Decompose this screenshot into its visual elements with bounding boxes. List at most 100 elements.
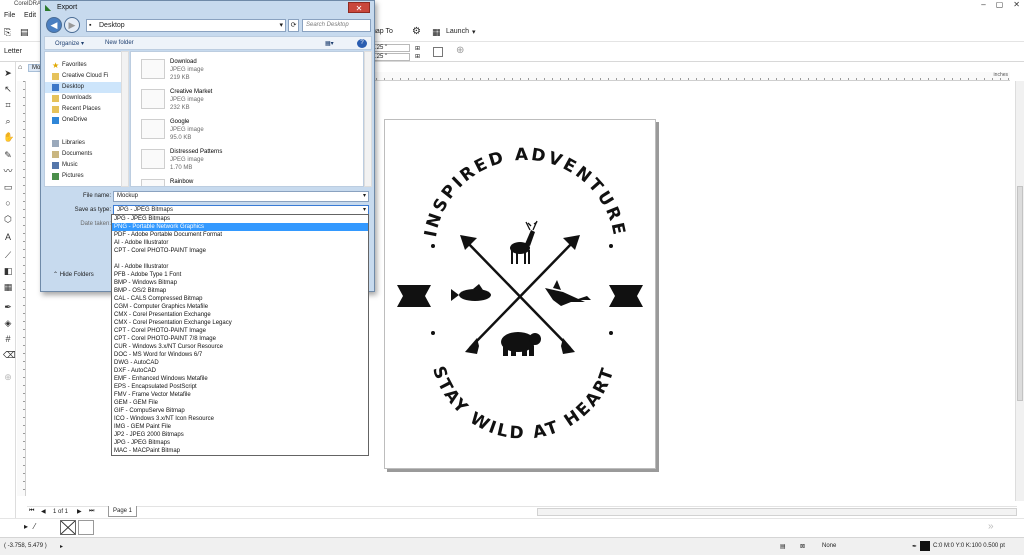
ellipse-tool-icon[interactable]: ○ bbox=[3, 198, 13, 208]
file-item[interactable]: Download JPEG image 219 KB bbox=[131, 56, 351, 86]
first-page-icon[interactable]: ⏮ bbox=[29, 508, 34, 515]
file-list-scrollbar[interactable] bbox=[364, 51, 372, 187]
file-type-option[interactable]: CMX - Corel Presentation Exchange bbox=[112, 311, 368, 319]
last-page-icon[interactable]: ⏭ bbox=[89, 508, 94, 515]
zoom-tool-icon[interactable]: ⌕ bbox=[3, 116, 13, 126]
new-folder-button[interactable]: New folder bbox=[105, 40, 134, 46]
artistic-media-icon[interactable]: 〰 bbox=[3, 166, 13, 176]
file-type-option[interactable]: CPT - Corel PHOTO-PAINT 7/8 Image bbox=[112, 335, 368, 343]
view-options-icon[interactable]: ▦▾ bbox=[325, 40, 334, 47]
vertical-scroll-thumb[interactable] bbox=[1017, 186, 1023, 401]
gear-icon[interactable]: ⚙ bbox=[412, 26, 421, 37]
file-type-option[interactable]: AI - Adobe Illustrator bbox=[112, 263, 368, 271]
file-type-option[interactable]: DXF - AutoCAD bbox=[112, 367, 368, 375]
file-type-option[interactable]: ICO - Windows 3.x/NT Icon Resource bbox=[112, 415, 368, 423]
new-document-icon[interactable]: ⎘ bbox=[4, 27, 11, 38]
artwork-emblem[interactable]: INSPIRED ADVENTURE STAY WILD AT HEART bbox=[385, 120, 657, 470]
horizontal-scrollbar[interactable] bbox=[537, 508, 1017, 516]
polygon-tool-icon[interactable]: ⬡ bbox=[3, 214, 13, 224]
file-type-option[interactable]: JPG - JPEG Bitmaps bbox=[112, 215, 368, 223]
nav-item[interactable]: Pictures bbox=[45, 171, 123, 182]
file-type-option[interactable]: AI - Adobe Illustrator bbox=[112, 239, 368, 247]
status-arrow-icon[interactable]: ▸ bbox=[60, 543, 63, 550]
file-type-dropdown-list[interactable]: JPG - JPEG Bitmaps PNG - Portable Network… bbox=[111, 214, 369, 456]
next-page-icon[interactable]: ▶ bbox=[77, 508, 82, 515]
minimize-icon[interactable]: – bbox=[981, 0, 985, 9]
smart-fill-icon[interactable]: # bbox=[3, 334, 13, 344]
page-tab[interactable]: Page 1 bbox=[108, 506, 138, 517]
help-icon[interactable]: ? bbox=[357, 39, 367, 48]
file-type-option[interactable]: CPT - Corel PHOTO-PAINT Image bbox=[112, 247, 368, 255]
file-type-option[interactable]: DWG - AutoCAD bbox=[112, 359, 368, 367]
nav-item[interactable]: Libraries bbox=[45, 138, 123, 149]
organize-menu[interactable]: Organize ▾ bbox=[55, 40, 84, 47]
file-type-option[interactable]: CMX - Corel Presentation Exchange Legacy bbox=[112, 319, 368, 327]
back-button[interactable]: ◀ bbox=[46, 17, 62, 33]
file-item[interactable]: Rainbow bbox=[131, 176, 351, 186]
file-type-option[interactable]: MAC - MACPaint Bitmap bbox=[112, 447, 368, 455]
shape-tool-icon[interactable]: ↖ bbox=[3, 84, 13, 94]
menu-file[interactable]: File bbox=[4, 12, 15, 19]
file-name-input[interactable]: Mockup ▾ bbox=[113, 191, 369, 202]
file-type-option[interactable]: PFB - Adobe Type 1 Font bbox=[112, 271, 368, 279]
file-type-option[interactable]: EMF - Enhanced Windows Metafile bbox=[112, 375, 368, 383]
page-frame-icon[interactable] bbox=[433, 47, 443, 57]
file-type-option[interactable]: GIF - CompuServe Bitmap bbox=[112, 407, 368, 415]
file-type-option[interactable]: IMG - GEM Paint File bbox=[112, 423, 368, 431]
address-chevron-down-icon[interactable]: ▾ bbox=[279, 20, 283, 31]
file-type-option[interactable]: PDF - Adobe Portable Document Format bbox=[112, 231, 368, 239]
nav-item[interactable]: Downloads bbox=[45, 93, 123, 104]
file-type-option[interactable]: CPT - Corel PHOTO-PAINT Image bbox=[112, 327, 368, 335]
previous-page-icon[interactable]: ◀ bbox=[41, 508, 46, 515]
pick-tool-icon[interactable]: ➤ bbox=[3, 68, 13, 78]
refresh-icon[interactable]: ⟳ bbox=[288, 19, 299, 32]
file-item[interactable]: Google JPEG image 95.0 KB bbox=[131, 116, 351, 146]
transparency-tool-icon[interactable]: ▦ bbox=[3, 282, 13, 292]
text-tool-icon[interactable]: A bbox=[3, 232, 13, 242]
open-icon[interactable]: ▤ bbox=[20, 27, 29, 38]
nav-item[interactable]: ★ Favorites bbox=[45, 60, 123, 71]
menu-edit[interactable]: Edit bbox=[24, 12, 36, 19]
file-type-option[interactable]: EPS - Encapsulated PostScript bbox=[112, 383, 368, 391]
file-type-option[interactable]: BMP - OS/2 Bitmap bbox=[112, 287, 368, 295]
navigation-scrollbar[interactable] bbox=[121, 51, 129, 187]
paper-size-select[interactable]: Letter bbox=[4, 48, 22, 55]
file-type-option[interactable]: FMV - Frame Vector Metafile bbox=[112, 391, 368, 399]
launch-chevron-down-icon[interactable]: ▾ bbox=[472, 28, 476, 36]
file-item[interactable]: Creative Market JPEG image 232 KB bbox=[131, 86, 351, 116]
palette-arrow-icon[interactable]: ▸ bbox=[24, 522, 28, 531]
file-type-option[interactable]: GEM - GEM File bbox=[112, 399, 368, 407]
pan-tool-icon[interactable]: ✋ bbox=[3, 132, 14, 142]
nav-item[interactable]: Documents bbox=[45, 149, 123, 160]
file-type-option[interactable]: CAL - CALS Compressed Bitmap bbox=[112, 295, 368, 303]
vertical-ruler[interactable] bbox=[17, 81, 26, 496]
nav-item[interactable]: Desktop bbox=[45, 82, 123, 93]
file-type-option[interactable]: PNG - Portable Network Graphics bbox=[112, 223, 368, 231]
dialog-close-button[interactable]: ✕ bbox=[348, 2, 370, 13]
outline-pen-icon[interactable]: ⌫ bbox=[3, 350, 16, 360]
close-icon[interactable]: ✕ bbox=[1013, 0, 1020, 9]
document-page[interactable]: INSPIRED ADVENTURE STAY WILD AT HEART bbox=[384, 119, 656, 469]
file-type-option[interactable] bbox=[112, 255, 368, 263]
search-input[interactable]: Search Desktop bbox=[302, 19, 371, 32]
duplicate-distance-field[interactable]: .25 " bbox=[372, 53, 410, 61]
hide-folders-button[interactable]: ⌃ Hide Folders bbox=[53, 271, 94, 278]
file-item[interactable]: Distressed Patterns JPEG image 1.70 MB bbox=[131, 146, 351, 176]
maximize-icon[interactable]: ▢ bbox=[996, 0, 1004, 9]
interactive-fill-icon[interactable]: ◧ bbox=[3, 266, 13, 276]
file-type-option[interactable]: JP2 - JPEG 2000 Bitmaps bbox=[112, 431, 368, 439]
rectangle-tool-icon[interactable]: ▭ bbox=[3, 182, 13, 192]
nav-item[interactable]: Recent Places bbox=[45, 104, 123, 115]
nav-item[interactable]: Creative Cloud Fi bbox=[45, 71, 123, 82]
add-icon[interactable]: ⊕ bbox=[456, 45, 464, 56]
file-type-option[interactable]: CUR - Windows 3.x/NT Cursor Resource bbox=[112, 343, 368, 351]
file-type-option[interactable]: DOC - MS Word for Windows 6/7 bbox=[112, 351, 368, 359]
snap-to-dropdown[interactable]: nap To bbox=[372, 28, 393, 35]
white-swatch[interactable] bbox=[78, 520, 94, 535]
nav-item[interactable]: OneDrive bbox=[45, 115, 123, 126]
address-bar[interactable]: ▪ Desktop ▾ bbox=[86, 19, 286, 32]
nudge-arrows-icon[interactable]: ⊞ bbox=[415, 45, 420, 52]
file-name-chevron-down-icon[interactable]: ▾ bbox=[363, 192, 366, 201]
crop-tool-icon[interactable]: ⌗ bbox=[3, 100, 13, 110]
duplicate-arrows-icon[interactable]: ⊞ bbox=[415, 53, 420, 60]
